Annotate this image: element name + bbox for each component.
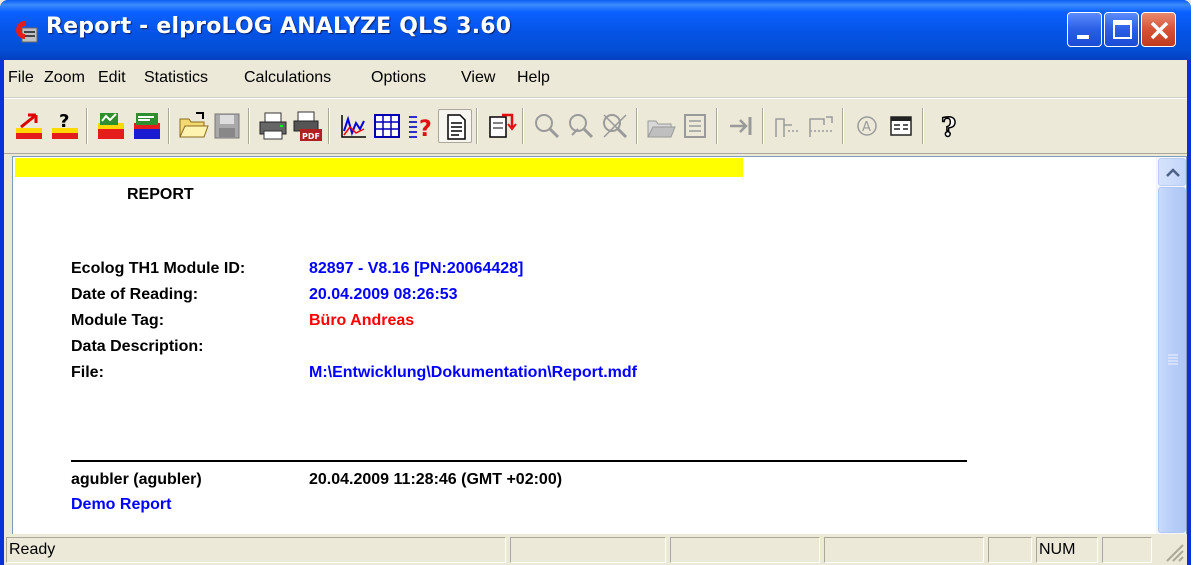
toolbar-separator <box>716 108 718 144</box>
chart-wizard-icon[interactable] <box>94 109 128 143</box>
num-lock-indicator: NUM <box>1036 537 1098 563</box>
mark-end-icon[interactable] <box>804 109 838 143</box>
help-query-icon[interactable]: ? <box>48 109 82 143</box>
report-user: agubler (agubler) <box>71 471 202 488</box>
highlight-band <box>15 158 743 177</box>
toolbar-separator <box>248 108 250 144</box>
client-area: File Zoom Edit Statistics Calculations O… <box>4 60 1187 565</box>
date-of-reading-value: 20.04.2009 08:26:53 <box>309 286 458 303</box>
svg-text:PDF: PDF <box>302 132 320 141</box>
status-pane-7 <box>1102 537 1152 563</box>
goto-end-icon[interactable] <box>724 109 758 143</box>
status-pane-4 <box>824 537 984 563</box>
report-document: REPORT Ecolog TH1 Module ID: 82897 - V8.… <box>13 157 1156 565</box>
menu-options[interactable]: Options <box>371 69 426 87</box>
data-description-label: Data Description: <box>71 338 204 355</box>
annotation-icon[interactable]: A <box>850 109 884 143</box>
toolbar-separator <box>328 108 330 144</box>
report-icon[interactable] <box>438 109 472 143</box>
toolbar-separator <box>168 108 170 144</box>
zoom-in-icon[interactable] <box>530 109 564 143</box>
export-red-icon[interactable] <box>12 109 46 143</box>
pdf-icon[interactable]: PDF <box>290 109 324 143</box>
app-window: Report - elproLOG ANALYZE QLS 3.60 File … <box>0 0 1191 565</box>
file-value: M:\Entwicklung\Dokumentation\Report.mdf <box>309 364 637 381</box>
app-icon[interactable] <box>12 18 38 44</box>
close-button[interactable] <box>1141 12 1176 47</box>
module-id-value: 82897 - V8.16 [PN:20064428] <box>309 260 524 277</box>
resize-grip-icon[interactable] <box>1161 539 1185 563</box>
chart-edit-icon[interactable] <box>130 109 164 143</box>
save-icon[interactable] <box>678 109 712 143</box>
menu-help[interactable]: Help <box>517 69 550 87</box>
status-pane-3 <box>670 537 820 563</box>
window-title: Report - elproLOG ANALYZE QLS 3.60 <box>46 14 512 39</box>
title-bar[interactable]: Report - elproLOG ANALYZE QLS 3.60 <box>0 0 1191 60</box>
zoom-area-icon[interactable] <box>564 109 598 143</box>
export-icon[interactable] <box>484 109 518 143</box>
date-of-reading-label: Date of Reading: <box>71 286 199 303</box>
svg-text:A: A <box>862 120 871 135</box>
file-label: File: <box>71 364 104 381</box>
svg-text:?: ? <box>419 117 432 142</box>
svg-text:?: ? <box>59 111 69 132</box>
help-icon[interactable]: ? <box>932 109 966 144</box>
status-pane-5 <box>988 537 1032 563</box>
toolbar-separator <box>476 108 478 144</box>
report-heading: REPORT <box>127 186 194 203</box>
mark-start-icon[interactable] <box>770 109 804 143</box>
menu-edit[interactable]: Edit <box>98 69 126 87</box>
info-icon[interactable]: ? <box>404 109 438 143</box>
report-name: Demo Report <box>71 496 172 513</box>
scroll-thumb[interactable] <box>1158 187 1186 533</box>
module-tag-value: Büro Andreas <box>309 312 415 329</box>
open-icon[interactable] <box>644 109 678 143</box>
menu-statistics[interactable]: Statistics <box>144 69 208 87</box>
menu-calculations[interactable]: Calculations <box>244 69 331 87</box>
menu-view[interactable]: View <box>461 69 495 87</box>
toolbar-separator <box>842 108 844 144</box>
report-view: REPORT Ecolog TH1 Module ID: 82897 - V8.… <box>12 156 1187 565</box>
minimize-button[interactable] <box>1067 12 1102 47</box>
zoom-reset-icon[interactable] <box>598 109 632 143</box>
toolbar-separator <box>636 108 638 144</box>
vertical-scrollbar[interactable] <box>1156 157 1186 565</box>
signature-divider <box>71 460 967 462</box>
status-pane-2 <box>510 537 666 563</box>
open-folder-icon[interactable] <box>176 109 210 143</box>
print-icon[interactable] <box>256 109 290 143</box>
toolbar: ? PDF ? A ? <box>4 98 1187 154</box>
report-timestamp: 20.04.2009 11:28:46 (GMT +02:00) <box>309 471 563 488</box>
menu-bar: File Zoom Edit Statistics Calculations O… <box>4 60 1187 98</box>
toolbar-separator <box>922 108 924 144</box>
table-icon[interactable] <box>370 109 404 143</box>
menu-zoom[interactable]: Zoom <box>44 69 85 87</box>
save-disk-icon[interactable] <box>210 109 244 143</box>
status-text: Ready <box>6 537 506 563</box>
toolbar-separator <box>522 108 524 144</box>
graph-icon[interactable] <box>336 109 370 143</box>
status-bar: Ready NUM <box>4 534 1187 565</box>
menu-file[interactable]: File <box>8 69 34 87</box>
properties-icon[interactable] <box>884 109 918 143</box>
toolbar-separator <box>86 108 88 144</box>
svg-text:?: ? <box>941 113 956 143</box>
module-tag-label: Module Tag: <box>71 312 165 329</box>
toolbar-separator <box>762 108 764 144</box>
maximize-button[interactable] <box>1104 12 1139 47</box>
scroll-up-button[interactable] <box>1158 158 1186 186</box>
module-id-label: Ecolog TH1 Module ID: <box>71 260 246 277</box>
